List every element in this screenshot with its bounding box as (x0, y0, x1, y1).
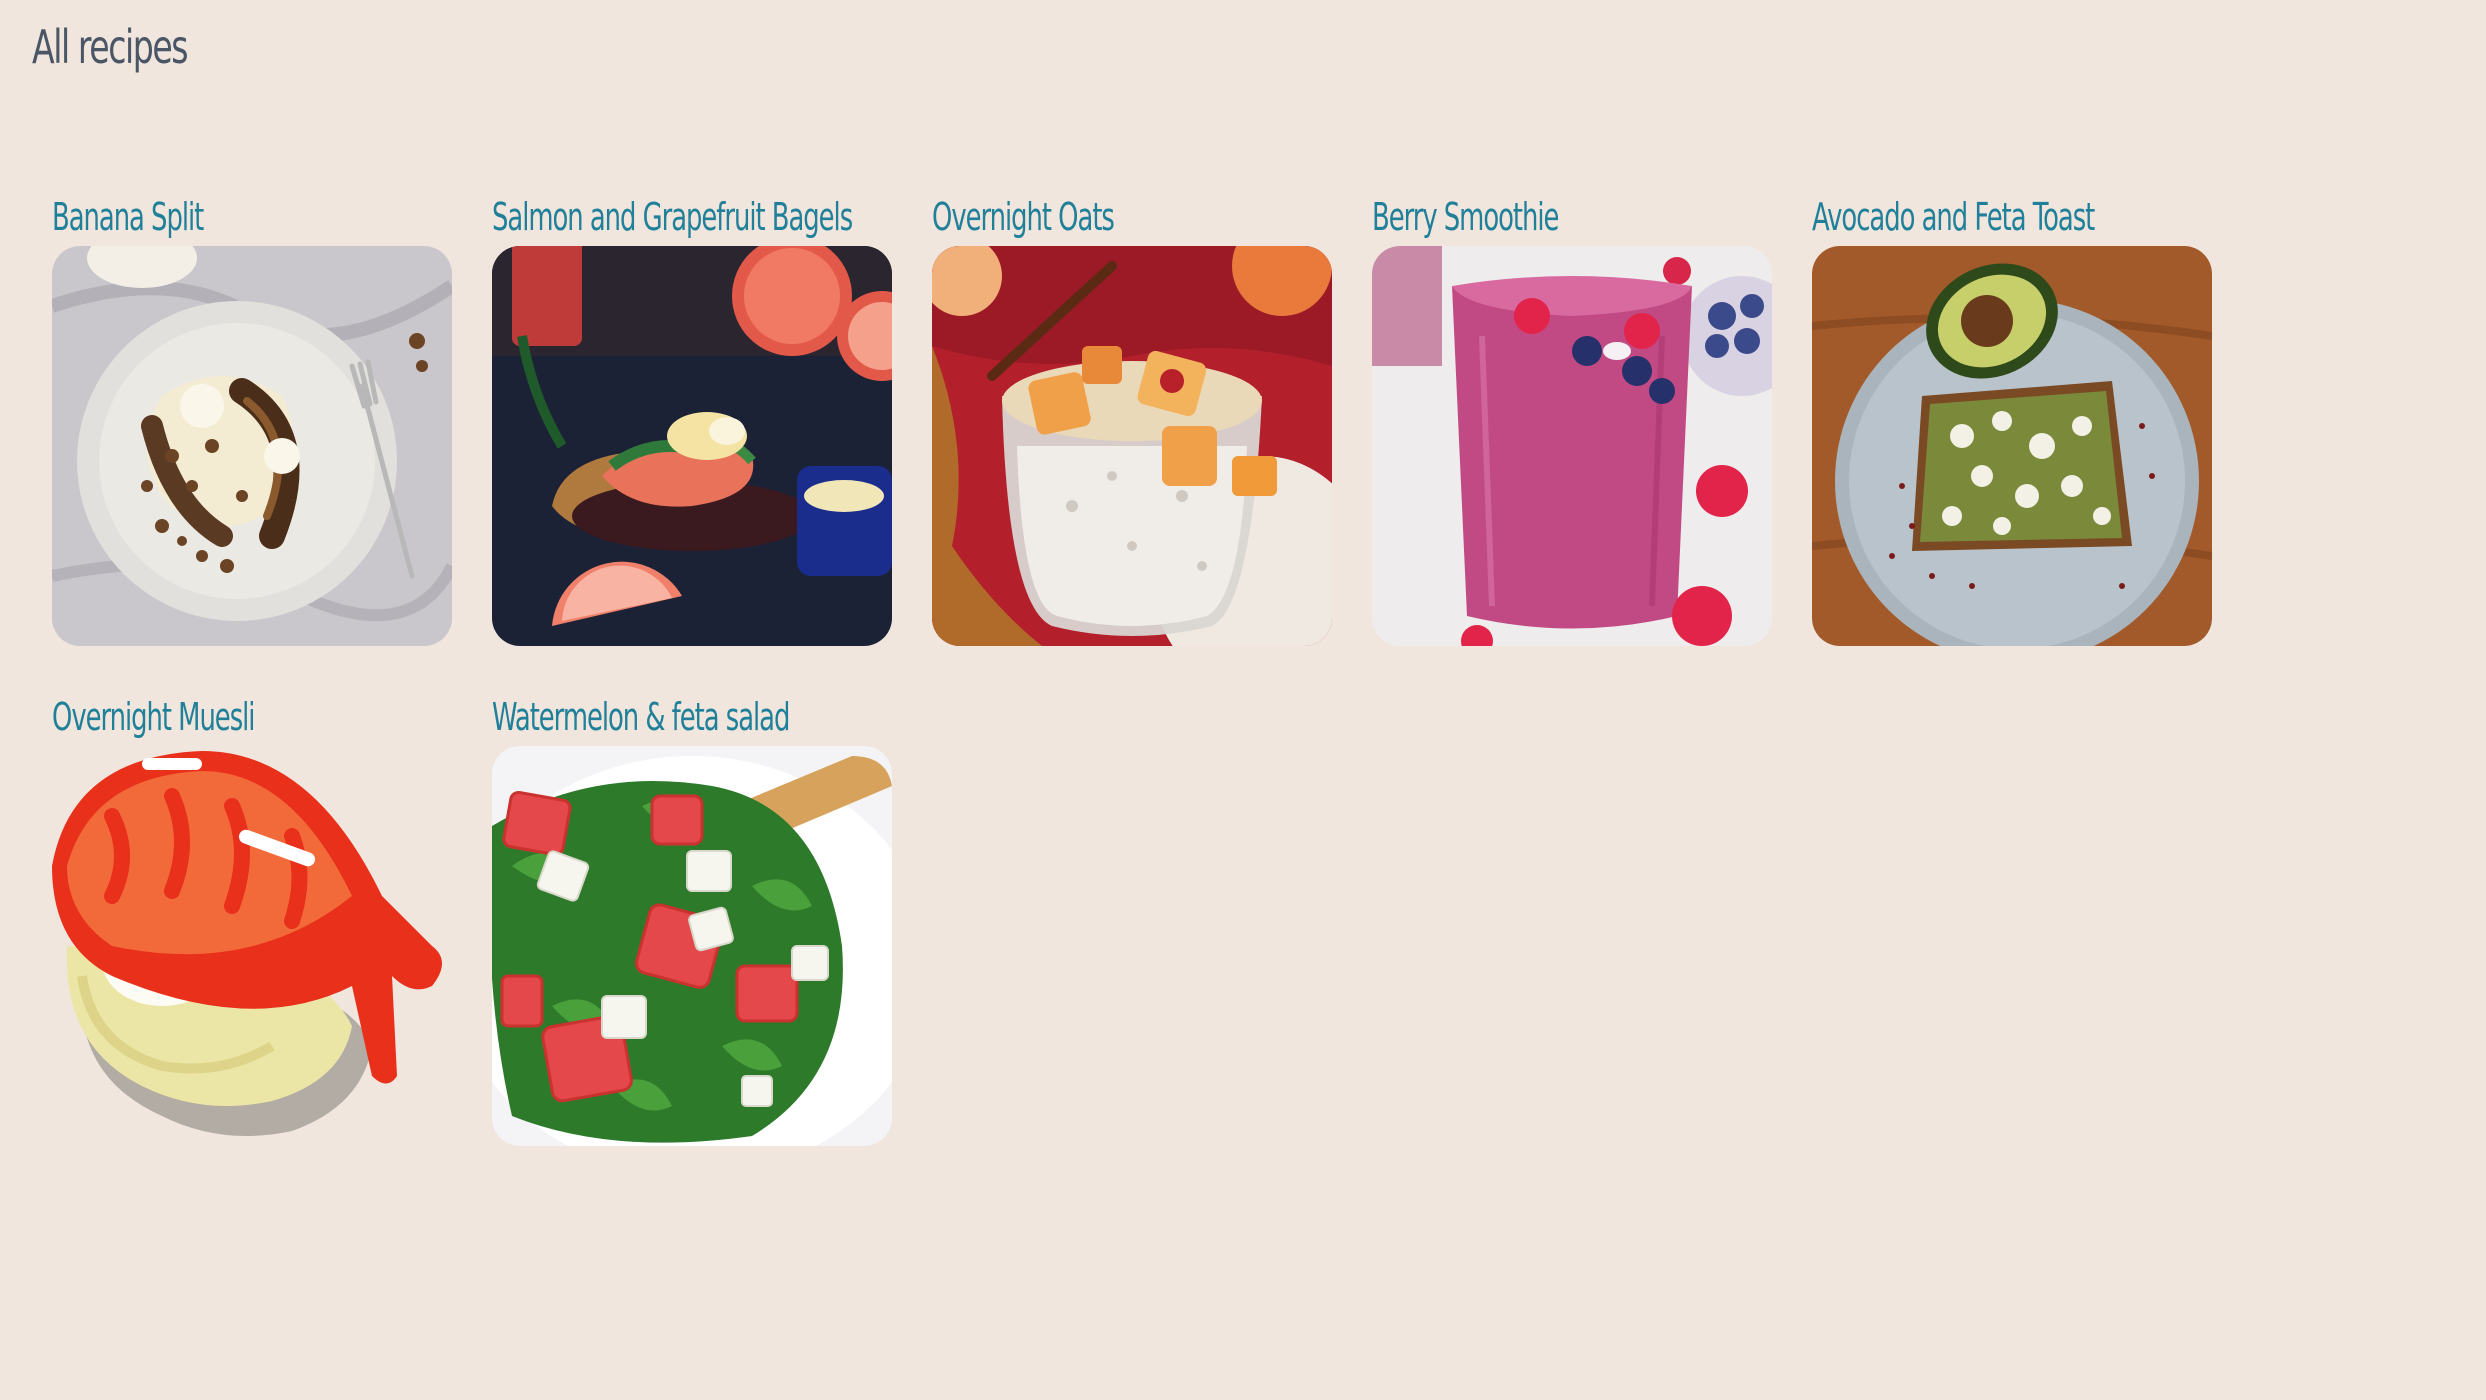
recipe-image-avocado-feta-toast[interactable] (1812, 246, 2212, 646)
recipe-title[interactable]: Overnight Oats (932, 188, 1115, 246)
recipe-title[interactable]: Salmon and Grapefruit Bagels (492, 188, 853, 246)
recipe-image-overnight-oats[interactable] (932, 246, 1332, 646)
recipe-title[interactable]: Avocado and Feta Toast (1812, 188, 2095, 246)
recipe-image-overnight-muesli[interactable] (52, 746, 452, 1146)
recipe-image-berry-smoothie[interactable] (1372, 246, 1772, 646)
recipe-title[interactable]: Watermelon & feta salad (492, 688, 790, 746)
recipe-image-watermelon-feta-salad[interactable] (492, 746, 892, 1146)
recipe-image-banana-split[interactable] (52, 246, 452, 646)
recipe-image-salmon-grapefruit-bagels[interactable] (492, 246, 892, 646)
recipe-title[interactable]: Banana Split (52, 188, 204, 246)
recipe-title[interactable]: Overnight Muesli (52, 688, 255, 746)
page-title: All recipes (32, 20, 189, 74)
recipe-title[interactable]: Berry Smoothie (1372, 188, 1559, 246)
